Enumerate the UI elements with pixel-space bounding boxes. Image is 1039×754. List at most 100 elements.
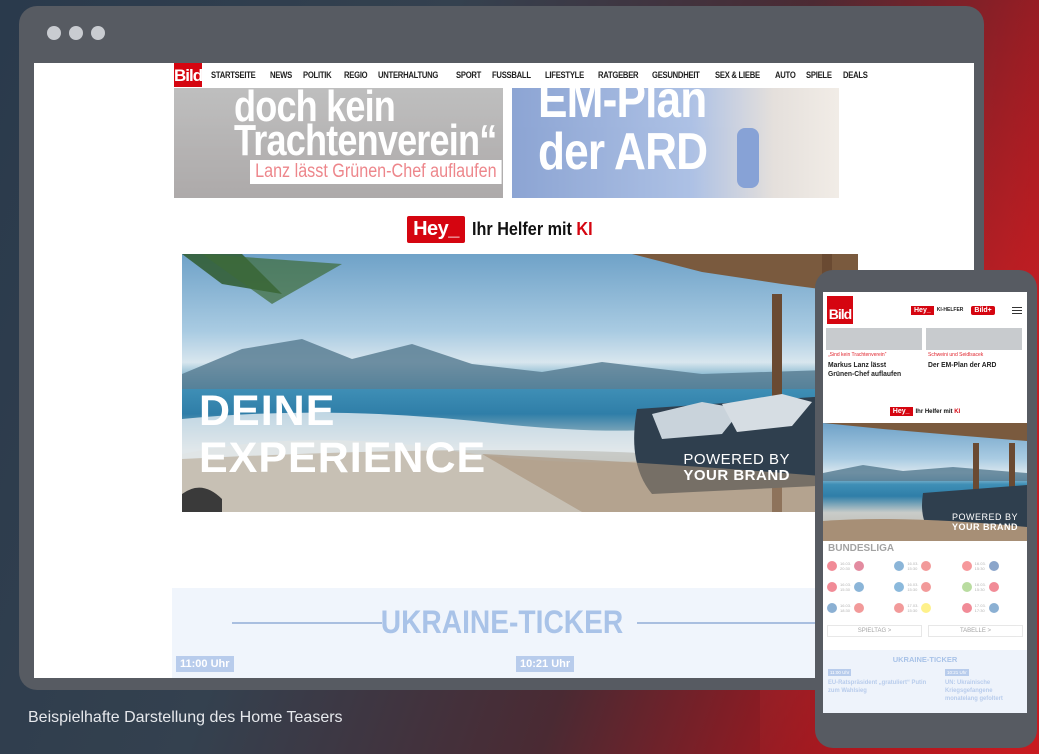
teaser-headline: Trachtenverein“: [234, 116, 497, 165]
team-crest-icon: [827, 582, 837, 592]
window-dot-icon[interactable]: [91, 26, 105, 40]
match-item[interactable]: 16.03. 15:30: [961, 558, 1023, 574]
nav-item[interactable]: RATGEBER: [598, 70, 639, 80]
hey-tagline: Ihr Helfer mit KI: [471, 219, 593, 239]
tabelle-link[interactable]: TABELLE >: [928, 625, 1023, 637]
bild-plus-logo[interactable]: Bild+: [971, 305, 995, 315]
hey-ki-bar[interactable]: Hey_ Ihr Helfer mit KI: [174, 216, 839, 243]
bild-logo[interactable]: Bild: [174, 63, 203, 87]
ad-brand-label: POWERED BY YOUR BRAND: [951, 512, 1018, 532]
team-crest-icon: [894, 561, 905, 571]
ki-helfer-label[interactable]: KI-HELFER: [937, 307, 964, 313]
main-navigation: Bild STARTSEITE NEWS POLITIK REGIO UNTERHALT…: [174, 63, 868, 87]
match-time: 16.03. 18:30: [840, 603, 852, 613]
match-time: 16.03. 15:30: [840, 582, 852, 592]
hey-logo: Hey_: [889, 407, 913, 416]
team-crest-icon: [961, 603, 972, 613]
home-teaser-ad[interactable]: DEINE EXPERIENCE POWERED BY YOUR BRAND: [182, 254, 858, 512]
ticker-time-badge: 10:21 Uhr: [516, 656, 575, 672]
nav-item[interactable]: AUTO: [775, 70, 796, 80]
nav-item[interactable]: NEWS: [270, 70, 292, 80]
match-item[interactable]: 17.03. 17:30: [961, 600, 1023, 616]
team-crest-icon: [854, 603, 865, 613]
microphone-icon: [737, 128, 759, 188]
bundesliga-matches: 16.03. 20:30 16.03. 15:30 16.03. 15:30 16.03. 1…: [827, 558, 1023, 616]
nav-item[interactable]: SPORT: [456, 70, 481, 80]
match-time: 16.03. 15:30: [974, 561, 986, 571]
team-crest-icon: [894, 603, 905, 613]
match-time: 16.03. 15:30: [974, 582, 986, 592]
mobile-header: Bild Hey_ KI-HELFER Bild+: [823, 292, 1027, 328]
nav-item[interactable]: SEX & LIEBE: [715, 70, 760, 80]
teaser-kicker: „Sind kein Trachtenverein“: [828, 352, 887, 358]
bundesliga-links: SPIELTAG > TABELLE >: [827, 625, 1023, 637]
match-item[interactable]: 16.03. 15:30: [894, 579, 955, 595]
ticker-headline[interactable]: UN: Ukrainische Kriegsgefangene monatela…: [945, 679, 1024, 703]
ukraine-ticker-mobile[interactable]: UKRAINE-TICKER 11:00 Uhr 10:21 Uhr EU-Ra…: [823, 650, 1027, 713]
teaser-em-plan[interactable]: EM-Plan der ARD: [512, 88, 839, 198]
match-item[interactable]: 17.03. 15:30: [894, 600, 955, 616]
window-dot-icon[interactable]: [69, 26, 83, 40]
hey-logo: Hey_: [407, 216, 465, 243]
match-item[interactable]: 16.03. 18:30: [827, 600, 888, 616]
nav-item[interactable]: DEALS: [843, 70, 868, 80]
match-time: 16.03. 20:30: [840, 561, 852, 571]
team-crest-icon: [961, 582, 972, 592]
team-crest-icon: [827, 603, 837, 613]
team-crest-icon: [854, 561, 865, 571]
window-dot-icon[interactable]: [47, 26, 61, 40]
ticker-time-badge: 10:21 Uhr: [945, 669, 969, 676]
ad-headline: DEINE EXPERIENCE: [199, 387, 487, 482]
team-crest-icon: [854, 582, 865, 592]
teaser-lanz[interactable]: doch kein Trachtenverein“ Lanz lässt Grü…: [174, 88, 503, 198]
match-item[interactable]: 16.03. 15:30: [961, 579, 1023, 595]
teaser-image[interactable]: [826, 328, 922, 350]
teaser-headline[interactable]: Der EM-Plan der ARD: [928, 360, 1011, 369]
team-crest-icon: [921, 603, 932, 613]
hey-ki-bar[interactable]: Hey_ Ihr Helfer mit KI: [823, 407, 1027, 416]
teaser-image[interactable]: [926, 328, 1022, 350]
nav-item[interactable]: POLITIK: [303, 70, 332, 80]
match-time: 17.03. 15:30: [907, 603, 919, 613]
match-item[interactable]: 16.03. 15:30: [827, 579, 888, 595]
spieltag-link[interactable]: SPIELTAG >: [827, 625, 922, 637]
teaser-subline: Lanz lässt Grünen-Chef auflaufen: [250, 160, 502, 184]
team-crest-icon: [988, 582, 999, 592]
hamburger-menu-icon[interactable]: [1011, 306, 1022, 314]
bild-logo[interactable]: Bild: [827, 296, 853, 324]
top-teasers: doch kein Trachtenverein“ Lanz lässt Grü…: [174, 88, 839, 198]
team-crest-icon: [961, 561, 972, 571]
match-time: 17.03. 17:30: [974, 603, 986, 613]
mobile-page: Bild Hey_ KI-HELFER Bild+ „Sind kein Tra…: [823, 292, 1027, 713]
nav-item[interactable]: STARTSEITE: [211, 70, 256, 80]
match-item[interactable]: 16.03. 20:30: [827, 558, 888, 574]
team-crest-icon: [988, 603, 999, 613]
team-crest-icon: [988, 561, 999, 571]
nav-items: STARTSEITE NEWS POLITIK REGIO UNTERHALTUNG SP…: [211, 70, 872, 80]
nav-item[interactable]: REGIO: [344, 70, 368, 80]
nav-item[interactable]: SPIELE: [806, 70, 832, 80]
caption: Beispielhafte Darstellung des Home Tease…: [28, 709, 343, 726]
mobile-phone-mockup: Bild Hey_ KI-HELFER Bild+ „Sind kein Tra…: [815, 270, 1037, 748]
teaser-headline[interactable]: Markus Lanz lässt Grünen-Chef auflaufen: [828, 360, 911, 378]
bundesliga-title[interactable]: BUNDESLIGA: [828, 543, 894, 554]
nav-item[interactable]: GESUNDHEIT: [652, 70, 700, 80]
nav-item[interactable]: UNTERHALTUNG: [378, 70, 438, 80]
ticker-title: UKRAINE-TICKER: [892, 655, 958, 664]
ticker-time-badge: 11:00 Uhr: [828, 669, 852, 676]
ticker-headline[interactable]: EU-Ratspräsident „gratuliert“ Putin zum …: [828, 679, 927, 695]
hey-logo[interactable]: Hey_: [911, 305, 934, 315]
hey-tagline: Ihr Helfer mit KI: [915, 408, 961, 415]
team-crest-icon: [921, 582, 932, 592]
nav-item[interactable]: FUSSBALL: [492, 70, 531, 80]
ticker-title: UKRAINE-TICKER: [380, 604, 624, 640]
nav-item[interactable]: LIFESTYLE: [545, 70, 584, 80]
team-crest-icon: [921, 561, 932, 571]
team-crest-icon: [827, 561, 837, 571]
match-item[interactable]: 16.03. 15:30: [894, 558, 955, 574]
ticker-time-badge: 11:00 Uhr: [176, 656, 234, 672]
home-teaser-ad-mobile[interactable]: POWERED BY YOUR BRAND: [823, 423, 1027, 541]
ad-brand-label: POWERED BY YOUR BRAND: [683, 451, 790, 484]
window-controls: [47, 26, 105, 40]
match-time: 16.03. 15:30: [907, 561, 919, 571]
